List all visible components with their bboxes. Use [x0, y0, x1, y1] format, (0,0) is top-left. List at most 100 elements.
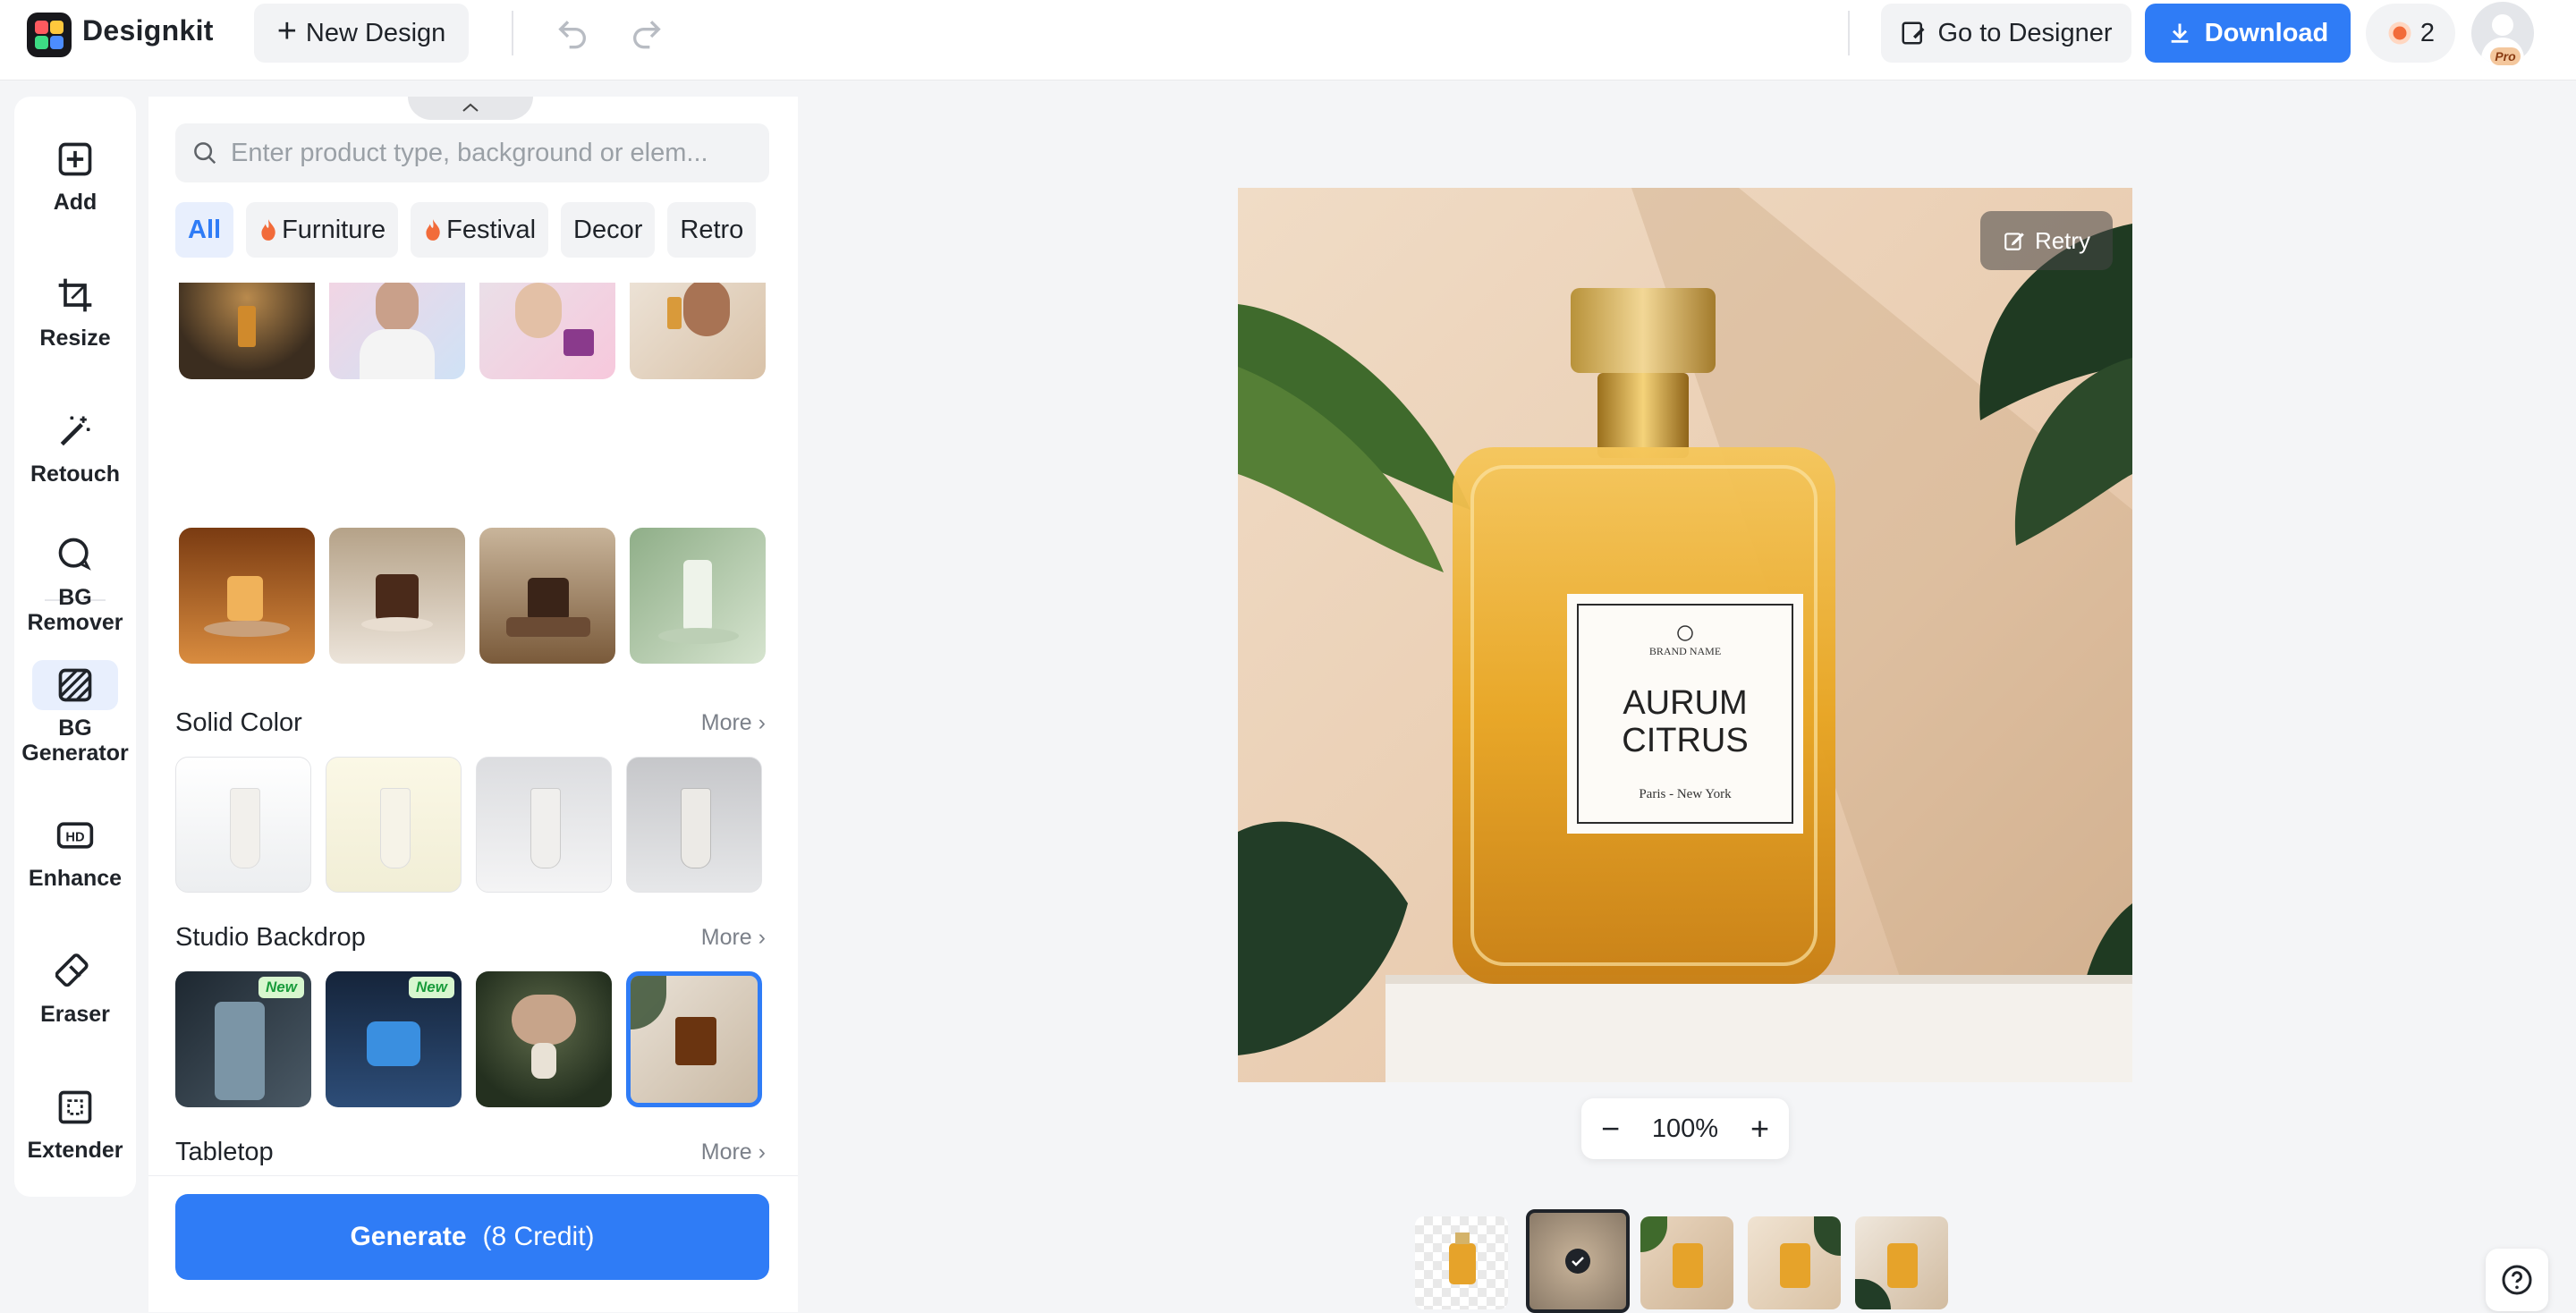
go-to-designer-button[interactable]: Go to Designer	[1881, 4, 2131, 63]
tool-enhance[interactable]: HD Enhance	[14, 810, 136, 891]
solid-color-more-link[interactable]: More ›	[701, 710, 766, 736]
perfume-bottle-shape	[1780, 1243, 1810, 1288]
zoom-out-button[interactable]: −	[1601, 1113, 1620, 1145]
search-input[interactable]	[229, 137, 733, 169]
credits-count: 2	[2419, 18, 2436, 47]
pedestal-shape	[361, 617, 433, 631]
search-bar[interactable]	[175, 123, 769, 182]
leaf-shape	[1855, 1279, 1891, 1309]
template-thumbnail[interactable]	[630, 283, 766, 379]
template-thumbnail[interactable]	[329, 283, 465, 379]
download-button[interactable]: Download	[2145, 4, 2351, 63]
template-thumbnail[interactable]	[179, 528, 315, 664]
model-head-shape	[515, 283, 562, 338]
label-product-line1: AURUM	[1623, 684, 1747, 722]
template-thumbnail[interactable]	[479, 528, 615, 664]
tool-extender[interactable]: Extender	[14, 1082, 136, 1163]
chip-furniture[interactable]: Furniture	[246, 202, 399, 258]
template-thumbnail[interactable]	[479, 283, 615, 379]
hd-icon: HD	[56, 822, 94, 849]
template-thumbnail[interactable]: New	[326, 971, 462, 1107]
chip-retro[interactable]: Retro	[667, 202, 757, 258]
result-thumbnail[interactable]	[1855, 1216, 1948, 1309]
template-thumbnail[interactable]	[630, 528, 766, 664]
help-button[interactable]	[2486, 1249, 2548, 1311]
perfume-neck-shape	[1597, 373, 1689, 458]
template-thumbnail-selected[interactable]	[626, 971, 762, 1107]
template-thumbnail[interactable]	[626, 757, 762, 893]
designkit-logo-icon[interactable]	[27, 13, 72, 57]
eraser-icon	[55, 953, 89, 987]
zoom-in-button[interactable]: +	[1750, 1113, 1769, 1145]
new-badge: New	[409, 977, 454, 998]
toolbar-divider	[512, 11, 513, 55]
go-to-designer-label: Go to Designer	[1937, 18, 2113, 47]
flame-icon	[426, 219, 440, 241]
leaf-shape	[1640, 1216, 1667, 1252]
template-thumbnail[interactable]	[326, 757, 462, 893]
credits-indicator[interactable]: 2	[2366, 4, 2455, 63]
collapse-tab[interactable]	[408, 97, 533, 120]
template-thumbnail[interactable]	[476, 757, 612, 893]
tool-bg-generator[interactable]: BG Generator	[14, 660, 136, 766]
new-badge: New	[258, 977, 304, 998]
more-label: More	[700, 1139, 752, 1165]
redo-icon[interactable]	[629, 14, 665, 50]
magic-wand-icon	[60, 416, 90, 446]
tool-retouch[interactable]: Retouch	[14, 406, 136, 487]
tool-add[interactable]: Add	[14, 134, 136, 215]
tube-shape	[530, 788, 561, 868]
serum-bottle-shape	[667, 297, 682, 329]
tube-shape	[681, 788, 711, 868]
wood-shape	[506, 617, 590, 637]
undo-icon[interactable]	[555, 14, 590, 50]
panel-footer: Generate (8 Credit)	[148, 1175, 798, 1312]
avatar-head	[2492, 14, 2513, 36]
template-thumbnail[interactable]	[329, 528, 465, 664]
edit-icon	[2004, 233, 2024, 250]
result-thumbnail[interactable]	[1640, 1216, 1733, 1309]
chip-label: Retro	[680, 215, 744, 244]
chip-label: Decor	[573, 215, 643, 244]
bottle-shape	[675, 1017, 716, 1065]
result-thumbnail-selected[interactable]	[1526, 1209, 1630, 1313]
jar-shape	[564, 329, 594, 356]
app-name: Designkit	[82, 14, 214, 47]
candle-shape	[227, 576, 263, 621]
generated-image[interactable]: BRAND NAME AURUM CITRUS Paris - New York	[1238, 188, 2132, 1082]
template-thumbnail[interactable]: New	[179, 283, 315, 379]
download-label: Download	[2204, 18, 2329, 47]
template-thumbnail[interactable]	[175, 757, 311, 893]
chip-decor[interactable]: Decor	[561, 202, 656, 258]
tool-label: Eraser	[40, 1002, 110, 1027]
section-title-tabletop: Tabletop	[175, 1138, 274, 1166]
chip-all[interactable]: All	[175, 202, 234, 258]
section-title-studio-backdrop: Studio Backdrop	[175, 923, 366, 952]
generate-button[interactable]: Generate (8 Credit)	[175, 1194, 769, 1280]
result-thumbnail[interactable]	[1748, 1216, 1841, 1309]
template-thumbnail[interactable]	[476, 971, 612, 1107]
tool-label: BG Remover	[27, 585, 123, 635]
template-thumbnail[interactable]: New	[175, 971, 311, 1107]
extender-icon	[58, 1090, 92, 1124]
checkmark-icon	[1565, 1249, 1590, 1274]
tool-bg-remover[interactable]: BG Remover	[14, 529, 136, 635]
result-thumbnail-original[interactable]	[1415, 1216, 1508, 1309]
section-title-solid-color: Solid Color	[175, 708, 302, 737]
tool-label: BG Generator	[21, 716, 129, 766]
chip-festival[interactable]: Festival	[411, 202, 549, 258]
studio-backdrop-more-link[interactable]: More ›	[701, 925, 766, 951]
tool-eraser[interactable]: Eraser	[14, 946, 136, 1027]
tabletop-more-link[interactable]: More ›	[701, 1139, 766, 1165]
tool-label: Extender	[27, 1138, 123, 1163]
template-scroll-area[interactable]: New Solid Co	[148, 283, 798, 1181]
retry-button[interactable]: Retry	[1980, 211, 2113, 270]
chip-label: All	[188, 215, 222, 244]
tool-label: Resize	[39, 326, 111, 351]
chevron-right-icon: ›	[758, 710, 766, 735]
tool-resize[interactable]: Resize	[14, 270, 136, 351]
zoom-control: − 100% +	[1581, 1098, 1789, 1159]
label-product-line2: CITRUS	[1622, 722, 1748, 759]
edit-image-icon	[1902, 21, 1925, 45]
new-design-button[interactable]: + New Design	[254, 4, 469, 63]
